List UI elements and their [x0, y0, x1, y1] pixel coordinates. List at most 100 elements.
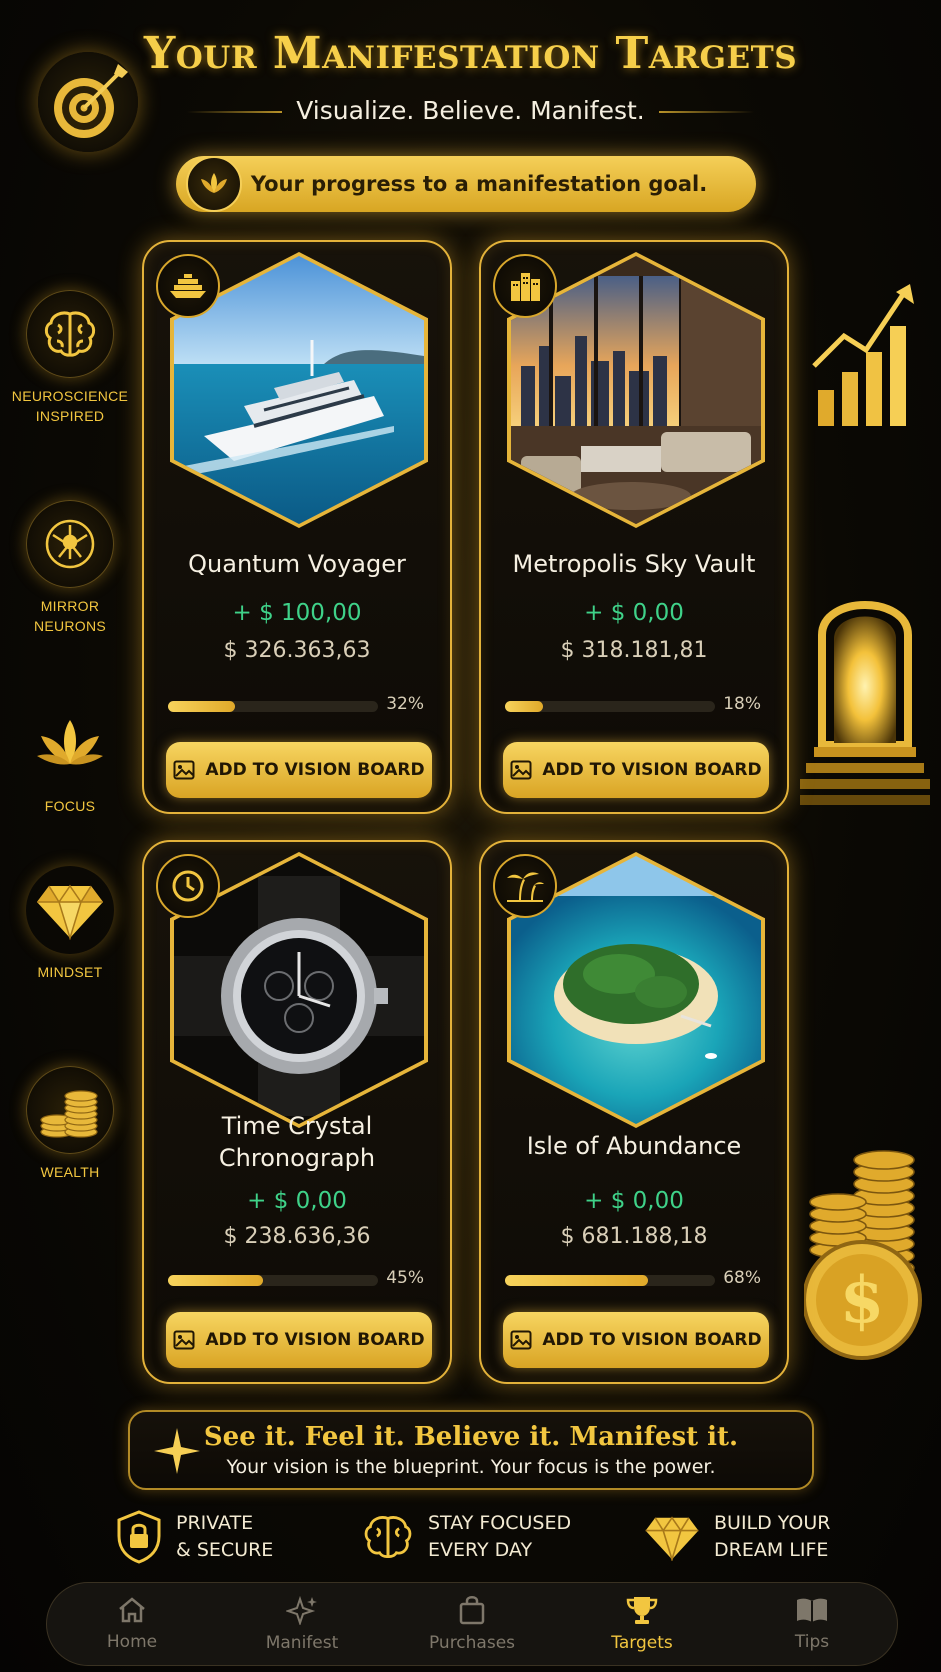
sidebar-label: MIRROR NEURONS: [10, 596, 130, 636]
feature-label-line1: STAY FOCUSED: [428, 1512, 572, 1534]
sidebar-label: FOCUS: [10, 796, 130, 816]
image-icon: [173, 1330, 195, 1350]
nav-item-tips[interactable]: Tips: [737, 1596, 887, 1652]
home-icon: [119, 1597, 145, 1623]
feature-stay-focused: STAY FOCUSED EVERY DAY: [362, 1510, 571, 1564]
progress-bar-fill: [168, 701, 236, 712]
button-label: ADD TO VISION BOARD: [542, 1330, 762, 1350]
quote-banner: See it. Feel it. Believe it. Manifest it…: [128, 1410, 814, 1490]
progress-percent: 18%: [723, 694, 761, 714]
progress-percent: 45%: [386, 1268, 424, 1288]
card-added-amount: + $ 0,00: [584, 1188, 684, 1214]
sidebar-label-line2: INSPIRED: [35, 408, 105, 424]
sidebar-item-neuroscience: NEUROSCIENCE INSPIRED: [10, 290, 130, 426]
diamond-icon: [26, 866, 114, 954]
feature-label: STAY FOCUSED EVERY DAY: [428, 1510, 571, 1564]
shopping-bag-icon: [459, 1596, 485, 1625]
quote-main: See it. Feel it. Believe it. Manifest it…: [203, 1422, 739, 1452]
card-added-amount: + $ 0,00: [247, 1188, 347, 1214]
card-target-amount: $ 318.181,81: [560, 638, 708, 663]
card-title: Quantum Voyager: [188, 550, 406, 578]
card-title: Metropolis Sky Vault: [512, 550, 756, 578]
card-title-line1: Time Crystal: [221, 1112, 373, 1140]
feature-label-line2: DREAM LIFE: [714, 1539, 829, 1561]
progress-bar-fill: [168, 1275, 263, 1286]
yacht-icon: [156, 254, 220, 318]
nav-label: Home: [106, 1632, 158, 1652]
progress-bar: [168, 1275, 378, 1286]
progress-bar: [168, 701, 378, 712]
bottom-nav: Home Manifest Purchases Targets Tips: [46, 1582, 898, 1666]
sidebar-item-focus: FOCUS: [10, 700, 130, 816]
sidebar-label-line1: WEALTH: [40, 1164, 100, 1180]
target-card[interactable]: Quantum Voyager + $ 100,00 $ 326.363,63 …: [142, 240, 452, 814]
diamond-icon: [645, 1516, 699, 1561]
card-added-amount: + $ 0,00: [584, 600, 684, 626]
image-icon: [173, 760, 195, 780]
sidebar-label: NEUROSCIENCE INSPIRED: [10, 386, 130, 426]
lotus-icon: [26, 700, 114, 788]
button-label: ADD TO VISION BOARD: [542, 760, 762, 780]
nav-label: Manifest: [265, 1633, 339, 1653]
nav-item-home[interactable]: Home: [57, 1596, 207, 1652]
button-label: ADD TO VISION BOARD: [205, 1330, 425, 1350]
target-card[interactable]: Metropolis Sky Vault + $ 0,00 $ 318.181,…: [479, 240, 789, 814]
feature-label-line1: BUILD YOUR: [714, 1512, 831, 1534]
add-to-vision-board-button[interactable]: ADD TO VISION BOARD: [503, 1312, 769, 1368]
sidebar-label: MINDSET: [10, 962, 130, 982]
progress-banner: Your progress to a manifestation goal.: [176, 156, 756, 212]
target-card[interactable]: Time Crystal Chronograph + $ 0,00 $ 238.…: [142, 840, 452, 1384]
progress-banner-text: Your progress to a manifestation goal.: [250, 172, 708, 196]
add-to-vision-board-button[interactable]: ADD TO VISION BOARD: [503, 742, 769, 798]
add-to-vision-board-button[interactable]: ADD TO VISION BOARD: [166, 1312, 432, 1368]
feature-label-line2: EVERY DAY: [428, 1539, 533, 1561]
image-icon: [510, 760, 532, 780]
subtitle-text: Visualize. Believe. Manifest.: [296, 96, 645, 125]
dollar-coins-icon: $: [802, 1140, 934, 1374]
target-card[interactable]: Isle of Abundance + $ 0,00 $ 681.188,18 …: [479, 840, 789, 1384]
lotus-icon: [186, 156, 242, 212]
trophy-icon: [626, 1597, 658, 1624]
brain-icon: [26, 290, 114, 378]
progress-bar-fill: [505, 1275, 648, 1286]
nav-label: Purchases: [428, 1633, 516, 1653]
nav-label: Targets: [611, 1633, 673, 1653]
card-target-amount: $ 326.363,63: [223, 638, 371, 663]
progress-percent: 32%: [386, 694, 424, 714]
progress-percent: 68%: [723, 1268, 761, 1288]
progress-bar: [505, 1275, 715, 1286]
nav-item-purchases[interactable]: Purchases: [397, 1595, 547, 1653]
page-subtitle: Visualize. Believe. Manifest.: [0, 96, 941, 125]
brain-icon: [364, 1516, 412, 1558]
feature-label-line2: & SECURE: [176, 1539, 274, 1561]
progress-bar: [505, 701, 715, 712]
book-icon: [797, 1598, 827, 1622]
growth-chart-icon: [810, 280, 920, 434]
sidebar-label-line1: FOCUS: [44, 798, 96, 814]
feature-private-secure: PRIVATE & SECURE: [116, 1510, 273, 1564]
card-target-amount: $ 681.188,18: [560, 1224, 708, 1249]
button-label: ADD TO VISION BOARD: [205, 760, 425, 780]
sidebar-item-mindset: MINDSET: [10, 866, 130, 982]
feature-label: PRIVATE & SECURE: [176, 1510, 273, 1564]
sidebar-label-line2: NEURONS: [33, 618, 107, 634]
lock-shield-icon: [117, 1510, 161, 1564]
add-to-vision-board-button[interactable]: ADD TO VISION BOARD: [166, 742, 432, 798]
page-title: Your Manifestation Targets: [143, 28, 798, 79]
sidebar-label-line1: MIRROR: [40, 598, 100, 614]
coins-icon: [26, 1066, 114, 1154]
feature-build-dream-life: BUILD YOUR DREAM LIFE: [644, 1510, 830, 1564]
sidebar-label-line1: NEUROSCIENCE: [11, 388, 129, 404]
nav-item-targets[interactable]: Targets: [567, 1595, 717, 1653]
sparkles-icon: [284, 1595, 317, 1627]
card-title: Time Crystal Chronograph: [144, 1110, 450, 1174]
sidebar-item-mirror-neurons: MIRROR NEURONS: [10, 500, 130, 636]
card-title-line2: Chronograph: [218, 1144, 376, 1172]
quote-sub: Your vision is the blueprint. Your focus…: [226, 1456, 716, 1478]
image-icon: [510, 1330, 532, 1350]
card-title: Isle of Abundance: [526, 1132, 742, 1160]
clock-icon: [156, 854, 220, 918]
palm-icon: [493, 854, 557, 918]
nav-item-manifest[interactable]: Manifest: [227, 1595, 377, 1653]
progress-bar-fill: [505, 701, 543, 712]
